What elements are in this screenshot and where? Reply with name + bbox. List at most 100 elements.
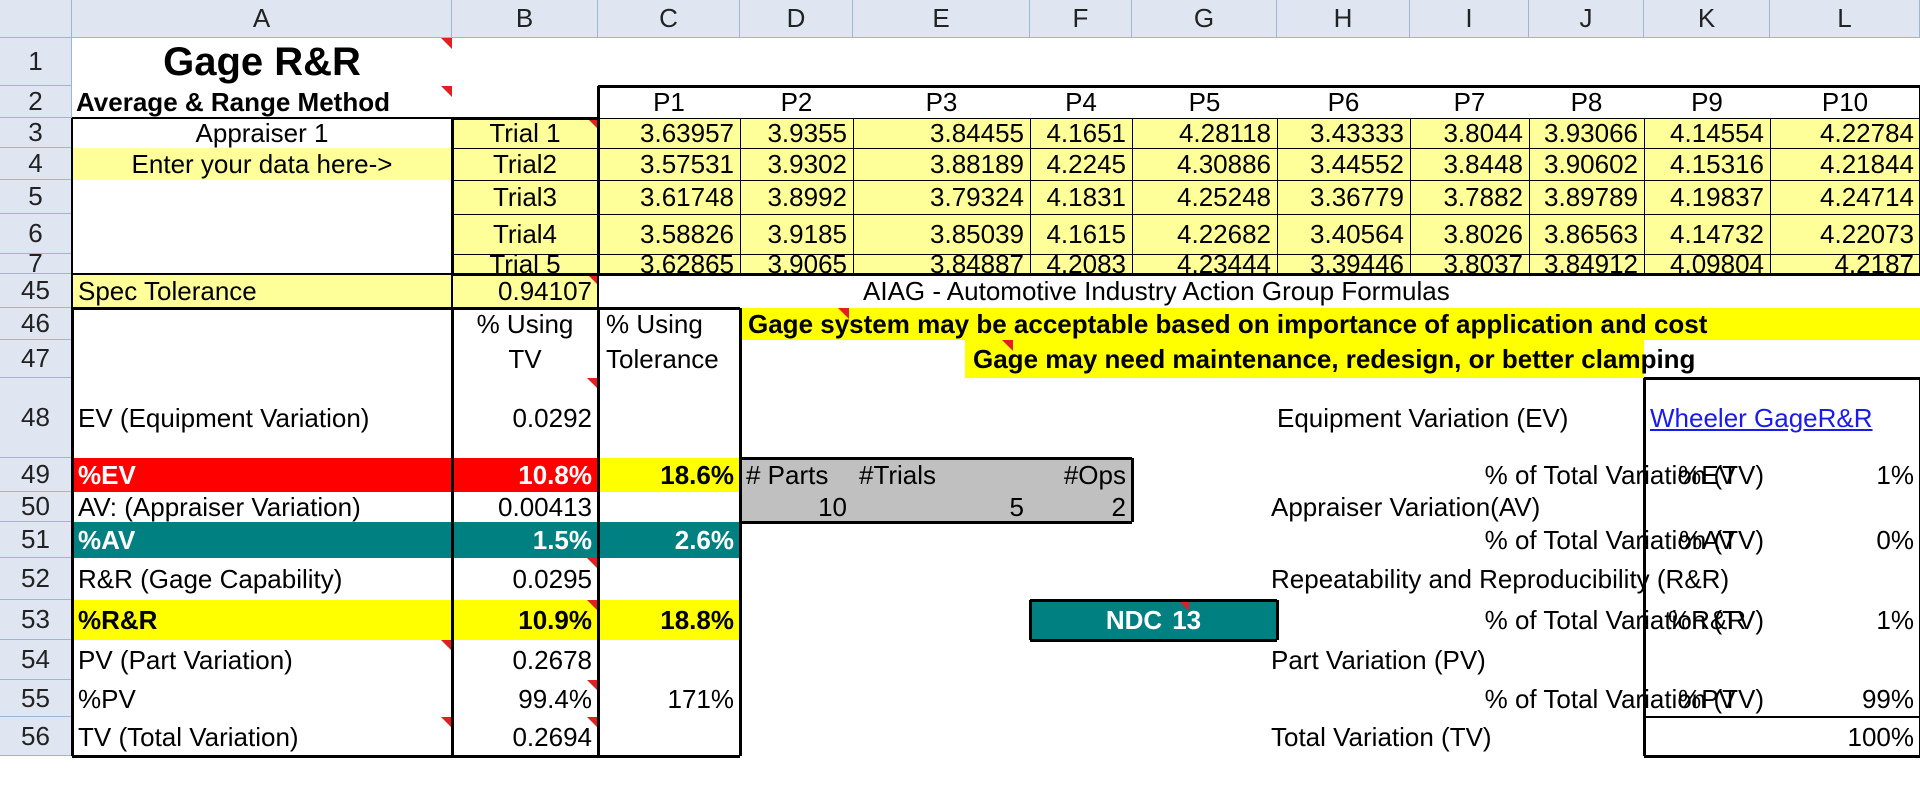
trial-value[interactable]: 3.9065 (740, 251, 853, 277)
trial-value[interactable]: 3.84887 (853, 251, 1030, 277)
row-header-53[interactable]: 53 (0, 600, 72, 640)
column-header-D[interactable]: D (740, 0, 853, 38)
trial-value[interactable]: 4.14732 (1644, 214, 1770, 254)
trial-value[interactable]: 4.15316 (1644, 148, 1770, 180)
row-header-49[interactable]: 49 (0, 458, 72, 492)
gage-message-acceptable[interactable]: Gage system may be acceptable based on i… (740, 308, 1920, 340)
row-header-4[interactable]: 4 (0, 148, 72, 180)
trial-value[interactable]: 3.8037 (1410, 251, 1529, 277)
trial-value[interactable]: 3.8448 (1410, 148, 1529, 180)
column-header-B[interactable]: B (452, 0, 598, 38)
row-header-45[interactable]: 45 (0, 274, 72, 308)
parts-value[interactable]: 10 (740, 492, 853, 522)
trial-label[interactable]: Trial4 (452, 214, 598, 254)
ops-value[interactable]: 2 (1030, 492, 1132, 522)
trial-value[interactable]: 4.2187 (1770, 251, 1920, 277)
trial-value[interactable]: 4.30886 (1132, 148, 1277, 180)
column-header-I[interactable]: I (1410, 0, 1529, 38)
ev-label[interactable]: EV (Equipment Variation) (72, 378, 452, 458)
ev-value[interactable]: 0.0292 (452, 378, 598, 458)
trial-value[interactable]: 4.22784 (1770, 118, 1920, 148)
trial-value[interactable]: 4.1831 (1030, 180, 1132, 214)
trial-value[interactable]: 3.61748 (598, 180, 740, 214)
trial-value[interactable]: 3.39446 (1277, 251, 1410, 277)
trial-value[interactable]: 4.21844 (1770, 148, 1920, 180)
trial-value[interactable]: 4.14554 (1644, 118, 1770, 148)
appraiser-cell[interactable]: Appraiser 1 (72, 118, 452, 148)
ops-label[interactable]: #Ops (1030, 458, 1132, 492)
wheeler-pv-label[interactable]: %PV (1644, 680, 1770, 717)
comment-indicator-icon[interactable] (441, 38, 452, 49)
pct-rr-label[interactable]: %R&R (72, 600, 452, 640)
title-cell[interactable]: Gage R&R (72, 38, 452, 86)
part-header-P1[interactable]: P1 (598, 86, 740, 118)
wheeler-total[interactable]: 100% (1770, 717, 1920, 756)
rr-value[interactable]: 0.0295 (452, 558, 598, 600)
trials-label[interactable]: #Trials (853, 458, 1030, 492)
enter-data-cell[interactable]: Enter your data here-> (72, 148, 452, 180)
pct-ev-tv[interactable]: 10.8% (452, 458, 598, 492)
part-header-P3[interactable]: P3 (853, 86, 1030, 118)
pct-rr-tolerance[interactable]: 18.8% (598, 600, 740, 640)
pct-rr-tv[interactable]: 10.9% (452, 600, 598, 640)
trial-value[interactable]: 4.24714 (1770, 180, 1920, 214)
trial-value[interactable]: 4.1615 (1030, 214, 1132, 254)
gage-message-maintenance[interactable]: Gage may need maintenance, redesign, or … (965, 340, 1695, 378)
row-header-48[interactable]: 48 (0, 378, 72, 458)
pct-ev-label[interactable]: %EV (72, 458, 452, 492)
trial-label[interactable]: Trial2 (452, 148, 598, 180)
column-header-H[interactable]: H (1277, 0, 1410, 38)
desc-av[interactable]: Appraiser Variation(AV) (1271, 492, 1783, 522)
row-header-51[interactable]: 51 (0, 522, 72, 558)
wheeler-ev-label[interactable]: %EV (1644, 458, 1770, 492)
trial-value[interactable]: 3.36779 (1277, 180, 1410, 214)
column-header-G[interactable]: G (1132, 0, 1277, 38)
comment-indicator-icon[interactable] (1002, 340, 1013, 351)
desc-pv[interactable]: Part Variation (PV) (1271, 640, 1638, 680)
trial-value[interactable]: 4.19837 (1644, 180, 1770, 214)
column-header-A[interactable]: A (72, 0, 452, 38)
desc-rr[interactable]: Repeatability and Reproducibility (R&R) (1271, 558, 1764, 600)
col-header-tolerance[interactable]: Tolerance (598, 340, 740, 378)
trial-value[interactable]: 4.22073 (1770, 214, 1920, 254)
trial-value[interactable]: 3.84455 (853, 118, 1030, 148)
row-header-46[interactable]: 46 (0, 308, 72, 340)
trial-label[interactable]: Trial3 (452, 180, 598, 214)
parts-label[interactable]: # Parts (740, 458, 853, 492)
row-header-47[interactable]: 47 (0, 340, 72, 378)
row-header-5[interactable]: 5 (0, 180, 72, 214)
pct-av-tv[interactable]: 1.5% (452, 522, 598, 558)
av-label[interactable]: AV: (Appraiser Variation) (72, 492, 452, 522)
trial-value[interactable]: 3.93066 (1529, 118, 1644, 148)
wheeler-link[interactable]: Wheeler GageR&R (1650, 405, 1873, 431)
trial-value[interactable]: 4.23444 (1132, 251, 1277, 277)
av-value[interactable]: 0.00413 (452, 492, 598, 522)
rr-label[interactable]: R&R (Gage Capability) (72, 558, 452, 600)
trials-value[interactable]: 5 (853, 492, 1030, 522)
part-header-P6[interactable]: P6 (1277, 86, 1410, 118)
trial-value[interactable]: 3.9302 (740, 148, 853, 180)
trial-value[interactable]: 3.8992 (740, 180, 853, 214)
trial-value[interactable]: 3.88189 (853, 148, 1030, 180)
pct-ev-tolerance[interactable]: 18.6% (598, 458, 740, 492)
col-header-tv[interactable]: TV (452, 340, 598, 378)
column-header-C[interactable]: C (598, 0, 740, 38)
pct-av-tolerance[interactable]: 2.6% (598, 522, 740, 558)
pv-value[interactable]: 0.2678 (452, 640, 598, 680)
trial-value[interactable]: 3.8044 (1410, 118, 1529, 148)
trial-value[interactable]: 4.28118 (1132, 118, 1277, 148)
trial-value[interactable]: 3.57531 (598, 148, 740, 180)
row-header-55[interactable]: 55 (0, 680, 72, 717)
trial-value[interactable]: 3.58826 (598, 214, 740, 254)
trial-label[interactable]: Trial 1 (452, 118, 598, 148)
trial-value[interactable]: 3.9185 (740, 214, 853, 254)
comment-indicator-icon[interactable] (441, 86, 452, 97)
row-header-2[interactable]: 2 (0, 86, 72, 118)
row-header-50[interactable]: 50 (0, 491, 72, 522)
pv-label[interactable]: PV (Part Variation) (72, 640, 452, 680)
trial-value[interactable]: 3.86563 (1529, 214, 1644, 254)
part-header-P10[interactable]: P10 (1770, 86, 1920, 118)
tv-label[interactable]: TV (Total Variation) (72, 717, 452, 756)
select-all-corner[interactable] (0, 0, 72, 38)
trial-value[interactable]: 3.7882 (1410, 180, 1529, 214)
